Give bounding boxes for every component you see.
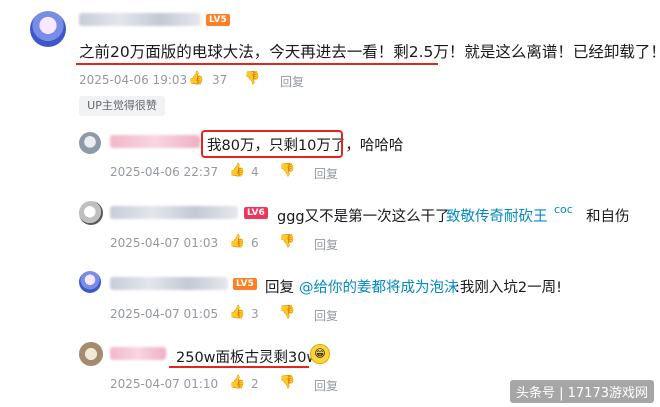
laughing-emoji-icon: 😁 xyxy=(310,344,330,364)
reply-text: :我刚入坑2一周! xyxy=(455,280,562,296)
thumb-down-icon[interactable]: 👎 xyxy=(279,163,295,178)
thumb-down-icon[interactable]: 👎 xyxy=(279,305,295,320)
level-badge: LV5 xyxy=(206,14,230,26)
username-blurred[interactable] xyxy=(110,277,228,290)
reply-text: ggg又不是第一次这么干了 xyxy=(277,209,450,225)
highlight-underline xyxy=(169,366,309,368)
level-badge: LV6 xyxy=(244,207,268,219)
highlight-underline xyxy=(76,63,438,65)
like-count: 6 xyxy=(251,236,259,250)
reply-button[interactable]: 回复 xyxy=(280,73,304,90)
reply-time: 2025-04-06 22:37 xyxy=(110,165,219,179)
avatar[interactable] xyxy=(79,271,101,293)
level-badge: LV5 xyxy=(233,278,257,290)
watermark: 头条号 | 17173游戏网 xyxy=(510,380,654,403)
avatar[interactable] xyxy=(79,132,101,154)
reply-time: 2025-04-07 01:10 xyxy=(110,377,219,391)
thumb-down-icon[interactable]: 👎 xyxy=(279,375,295,390)
reply-button[interactable]: 回复 xyxy=(314,236,338,253)
like-count: 37 xyxy=(212,73,228,87)
reply-link[interactable]: coc xyxy=(554,203,573,216)
thumb-down-icon[interactable]: 👎 xyxy=(244,71,260,86)
username-blurred[interactable] xyxy=(110,135,200,148)
reply-link[interactable]: 致敬传奇耐砍王 xyxy=(446,205,548,226)
thumb-up-icon[interactable]: 👍 xyxy=(229,234,245,249)
avatar[interactable] xyxy=(30,11,66,47)
like-count: 3 xyxy=(251,307,259,321)
avatar[interactable] xyxy=(79,342,103,366)
like-count: 4 xyxy=(251,165,259,179)
username-blurred[interactable] xyxy=(110,206,238,219)
thumb-up-icon[interactable]: 👍 xyxy=(188,71,204,86)
comment-time: 2025-04-06 19:03 xyxy=(79,73,188,87)
reply-button[interactable]: 回复 xyxy=(314,377,338,394)
username-blurred[interactable] xyxy=(79,13,201,26)
reply-button[interactable]: 回复 xyxy=(314,165,338,182)
reply-text: 和自伤 xyxy=(586,209,630,225)
avatar[interactable] xyxy=(79,201,103,225)
reply-text: 250w面板古灵剩30w xyxy=(176,350,319,366)
reply-prefix: 回复 xyxy=(265,280,294,296)
username-blurred[interactable] xyxy=(110,347,166,360)
reply-time: 2025-04-07 01:05 xyxy=(110,307,219,321)
mention-link[interactable]: @给你的姜都将成为泡沫 xyxy=(299,276,459,297)
reply-time: 2025-04-07 01:03 xyxy=(110,236,219,250)
like-count: 2 xyxy=(251,377,259,391)
thumb-up-icon[interactable]: 👍 xyxy=(229,163,245,178)
thumb-down-icon[interactable]: 👎 xyxy=(279,234,295,249)
reply-button[interactable]: 回复 xyxy=(314,307,338,324)
thumb-up-icon[interactable]: 👍 xyxy=(229,375,245,390)
highlight-box xyxy=(201,130,343,158)
thumb-up-icon[interactable]: 👍 xyxy=(229,305,245,320)
comment-text: 之前20万面版的电球大法，今天再进去一看！剩2.5万！就是这么离谱！已经卸载了！ xyxy=(79,43,660,61)
up-liked-tag: UP主觉得很赞 xyxy=(79,96,165,116)
